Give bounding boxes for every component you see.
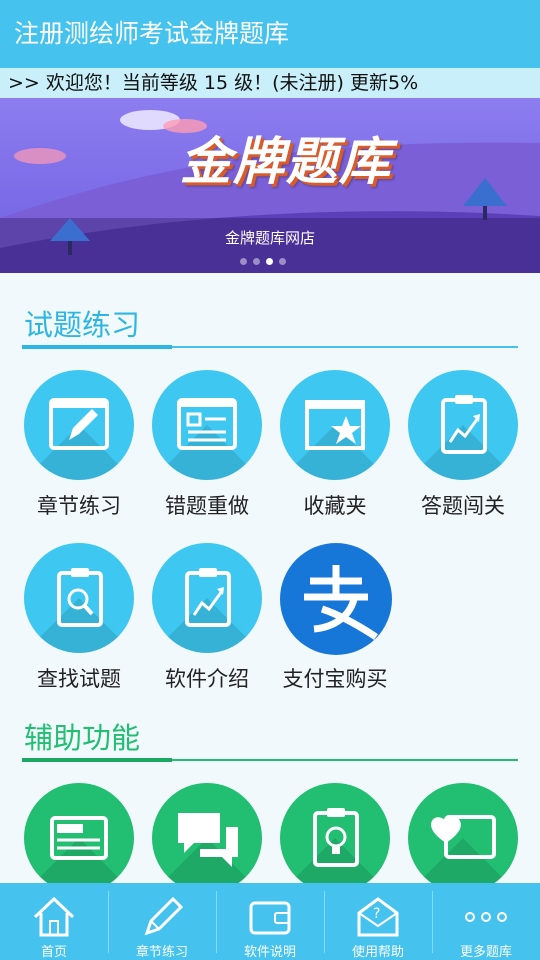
banner-title: 金牌题库 [180, 133, 393, 192]
tile-search-questions[interactable]: 查找试题 [14, 543, 144, 703]
carousel-dot[interactable] [240, 258, 247, 265]
tile-label: 错题重做 [165, 494, 249, 518]
tile-label: 收藏夹 [303, 494, 367, 518]
section-divider [22, 345, 518, 349]
chart-clipboard-icon [185, 568, 231, 627]
chat-bubbles-icon [178, 813, 238, 867]
tile-alipay-purchase[interactable]: 支付宝购买 [270, 543, 400, 703]
star-folder-icon [305, 400, 365, 450]
more-dots-icon [465, 912, 507, 922]
tile-software-intro[interactable]: 软件介绍 [142, 543, 272, 703]
app-title: 注册测绘师考试金牌题库 [14, 19, 290, 48]
tools-section-title: 辅助功能 [24, 721, 141, 755]
notice-text: >> 欢迎您！当前等级 15 级！(未注册) 更新5% [8, 72, 419, 94]
tab-software-info[interactable]: 软件说明 [216, 883, 324, 960]
home-icon [33, 896, 75, 937]
pencil-icon [144, 896, 184, 936]
tab-label: 首页 [40, 945, 67, 960]
tab-label: 使用帮助 [351, 945, 404, 960]
heart-card-icon [431, 815, 496, 859]
tile-label: 章节练习 [37, 494, 121, 518]
tab-home[interactable]: 首页 [0, 883, 108, 960]
edit-doc-icon [49, 398, 109, 450]
banner-caption: 金牌题库网店 [224, 229, 315, 247]
tab-label: 软件说明 [243, 945, 296, 960]
tile-label: 支付宝购买 [282, 667, 388, 691]
tile-label: 答题闯关 [421, 494, 505, 518]
tile-label: 查找试题 [37, 667, 121, 691]
promo-banner[interactable]: 金牌题库 金牌题库网店 [0, 98, 540, 273]
chart-clipboard-icon [441, 395, 487, 454]
tile-challenge[interactable]: 答题闯关 [398, 370, 528, 530]
search-clipboard-icon [57, 568, 103, 627]
help-mail-icon: ? [357, 897, 399, 937]
tab-help[interactable]: ? 使用帮助 [324, 883, 432, 960]
checklist-doc-icon [177, 398, 237, 450]
news-icon [50, 816, 108, 860]
svg-text:?: ? [373, 906, 380, 922]
carousel-dot[interactable] [279, 258, 286, 265]
app-title-bar: 注册测绘师考试金牌题库 [0, 0, 540, 68]
tile-chapter-practice[interactable]: 章节练习 [14, 370, 144, 530]
section-divider [22, 758, 518, 762]
carousel-indicator [240, 258, 300, 266]
practice-section-title: 试题练习 [24, 308, 141, 342]
alipay-icon [304, 565, 378, 640]
carousel-dot[interactable] [253, 258, 260, 265]
tile-label: 软件介绍 [165, 667, 249, 691]
carousel-dot-active[interactable] [266, 258, 273, 265]
tab-label: 章节练习 [135, 945, 188, 960]
notice-marquee: >> 欢迎您！当前等级 15 级！(未注册) 更新5% [0, 68, 540, 98]
tab-label: 更多题库 [459, 945, 512, 960]
tab-chapter-practice[interactable]: 章节练习 [108, 883, 216, 960]
lightbulb-clipboard-icon [313, 808, 359, 867]
tile-wrong-questions[interactable]: 错题重做 [142, 370, 272, 530]
tab-more-banks[interactable]: 更多题库 [432, 883, 540, 960]
wallet-icon [249, 901, 291, 935]
tile-favorites[interactable]: 收藏夹 [270, 370, 400, 530]
bottom-tab-bar: 首页 章节练习 软件说明 ? 使用帮助 更多题库 [0, 883, 540, 960]
